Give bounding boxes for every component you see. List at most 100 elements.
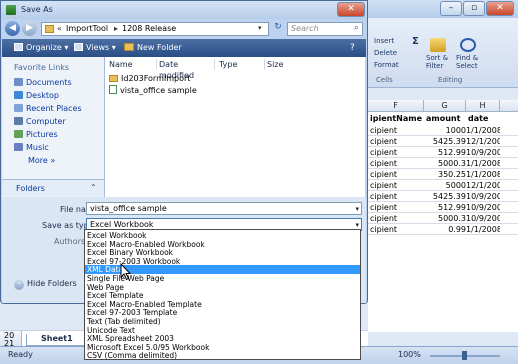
worksheet-grid[interactable]: F G H ipientName amount date cipient 1000…: [368, 100, 518, 332]
search-input[interactable]: Search ⌕: [287, 22, 363, 36]
nav-documents[interactable]: Documents: [14, 77, 72, 88]
new-folder-icon: [124, 43, 134, 51]
column-header-g[interactable]: G: [424, 100, 466, 112]
column-name[interactable]: Name: [109, 59, 157, 70]
organize-button[interactable]: Organize ▾: [14, 41, 68, 55]
column-header-h[interactable]: H: [466, 100, 500, 112]
music-icon: [14, 143, 23, 151]
table-cell[interactable]: 1/1/2008: [466, 169, 500, 180]
dropdown-option[interactable]: CSV (Comma delimited): [85, 351, 360, 360]
table-cell[interactable]: cipient: [370, 224, 422, 235]
table-cell[interactable]: 512.99: [424, 147, 466, 158]
breadcrumb-item[interactable]: ImportTool: [66, 24, 108, 33]
table-cell[interactable]: 512.99: [424, 202, 466, 213]
nav-computer[interactable]: Computer: [14, 116, 66, 127]
search-placeholder: Search: [291, 24, 319, 33]
column-date-modified[interactable]: Date modified: [159, 59, 215, 80]
column-size[interactable]: Size: [267, 59, 311, 70]
autosum-button[interactable]: Σ: [412, 36, 419, 47]
folder-icon: [109, 75, 118, 82]
excel-file-icon: [109, 85, 117, 94]
table-cell[interactable]: cipient: [370, 191, 422, 202]
table-cell[interactable]: 5425.39: [424, 136, 466, 147]
zoom-level[interactable]: 100%: [398, 350, 421, 359]
double-chevron-icon: »: [50, 156, 56, 165]
sort-filter-button[interactable]: Sort & Filter: [426, 54, 448, 70]
table-cell[interactable]: 1/1/2008: [466, 224, 500, 235]
views-icon: [74, 43, 83, 51]
table-cell[interactable]: 5000.3: [424, 158, 466, 169]
close-button[interactable]: ✕: [486, 1, 514, 16]
list-item[interactable]: Id203FormImport: [109, 73, 190, 84]
table-cell[interactable]: 5000: [424, 180, 466, 191]
find-select-icon: [460, 38, 476, 52]
table-cell[interactable]: 5000.3: [424, 213, 466, 224]
dialog-titlebar: Save As ✕: [1, 1, 367, 19]
find-select-button[interactable]: Find & Select: [456, 54, 478, 70]
sheet-tab-label: Sheet1: [41, 334, 73, 343]
table-cell[interactable]: cipient: [370, 147, 422, 158]
cell-header-date[interactable]: date: [468, 113, 500, 124]
cell-header-name[interactable]: ipientName: [370, 113, 422, 124]
views-button[interactable]: Views ▾: [74, 41, 116, 55]
nav-music[interactable]: Music: [14, 142, 49, 153]
chevron-down-icon[interactable]: ▾: [258, 24, 262, 32]
table-cell[interactable]: 1/1/2008: [466, 158, 500, 169]
organize-icon: [14, 43, 23, 51]
hide-folders-button[interactable]: ⌃ Hide Folders: [14, 279, 77, 290]
table-cell[interactable]: cipient: [370, 158, 422, 169]
delete-button[interactable]: Delete: [374, 49, 397, 57]
help-icon[interactable]: ?: [350, 41, 355, 55]
table-cell[interactable]: 1000: [424, 125, 466, 136]
table-cell[interactable]: 12/1/2008: [466, 136, 500, 147]
cell-header-amount[interactable]: amount: [426, 113, 466, 124]
table-cell[interactable]: 350.25: [424, 169, 466, 180]
table-cell[interactable]: cipient: [370, 202, 422, 213]
folders-toggle[interactable]: Folders ⌃: [2, 179, 104, 196]
file-list[interactable]: Name Date modified Type Size Id203FormIm…: [105, 57, 365, 197]
search-icon[interactable]: ⌕: [354, 23, 359, 33]
zoom-slider-thumb[interactable]: [462, 351, 467, 360]
forward-button[interactable]: ▶: [22, 21, 37, 36]
format-button[interactable]: Format: [374, 61, 399, 69]
refresh-icon[interactable]: ↻: [271, 22, 285, 36]
file-name-field[interactable]: vista_office sample ▾: [86, 202, 362, 215]
chevron-down-icon[interactable]: ▾: [355, 204, 359, 215]
address-bar-row: ◀ ▶ « ImportTool ▸ 1208 Release ▾ ↻ Sear…: [5, 21, 363, 38]
authors-label: Authors:: [54, 237, 88, 246]
folder-icon: [45, 25, 54, 33]
table-cell[interactable]: cipient: [370, 180, 422, 191]
breadcrumb-item[interactable]: 1208 Release: [122, 24, 176, 33]
list-item[interactable]: vista_office sample: [109, 85, 197, 96]
column-type[interactable]: Type: [219, 59, 265, 70]
table-cell[interactable]: cipient: [370, 125, 422, 136]
table-cell[interactable]: 1/1/2008: [466, 125, 500, 136]
dialog-close-button[interactable]: ✕: [337, 2, 365, 17]
column-header-f[interactable]: F: [368, 100, 424, 112]
address-field[interactable]: « ImportTool ▸ 1208 Release ▾: [41, 22, 269, 36]
maximize-button[interactable]: ▫: [463, 1, 485, 16]
chevron-right-icon[interactable]: ▸: [114, 24, 118, 33]
computer-icon: [14, 117, 23, 125]
tab-sheet1[interactable]: Sheet1: [26, 334, 86, 346]
table-cell[interactable]: 12/1/2008: [466, 180, 500, 191]
table-cell[interactable]: 5425.39: [424, 191, 466, 202]
table-cell[interactable]: 0.99: [424, 224, 466, 235]
back-button[interactable]: ◀: [5, 21, 20, 36]
nav-desktop[interactable]: Desktop: [14, 90, 59, 101]
table-cell[interactable]: cipient: [370, 213, 422, 224]
new-folder-button[interactable]: New Folder: [124, 41, 182, 55]
minimize-button[interactable]: –: [440, 1, 462, 16]
table-cell[interactable]: 10/9/2009: [466, 213, 500, 224]
table-cell[interactable]: 10/9/2009: [466, 202, 500, 213]
nav-more[interactable]: More »: [28, 155, 55, 166]
cells-group-label: Cells: [376, 76, 393, 84]
nav-recent-places[interactable]: Recent Places: [14, 103, 82, 114]
insert-button[interactable]: Insert: [374, 37, 394, 45]
table-cell[interactable]: cipient: [370, 136, 422, 147]
nav-pictures[interactable]: Pictures: [14, 129, 58, 140]
table-cell[interactable]: cipient: [370, 169, 422, 180]
table-cell[interactable]: 10/9/2009: [466, 147, 500, 158]
table-cell[interactable]: 10/9/2009: [466, 191, 500, 202]
save-as-type-dropdown[interactable]: Excel Workbook Excel Macro-Enabled Workbo…: [84, 229, 361, 360]
